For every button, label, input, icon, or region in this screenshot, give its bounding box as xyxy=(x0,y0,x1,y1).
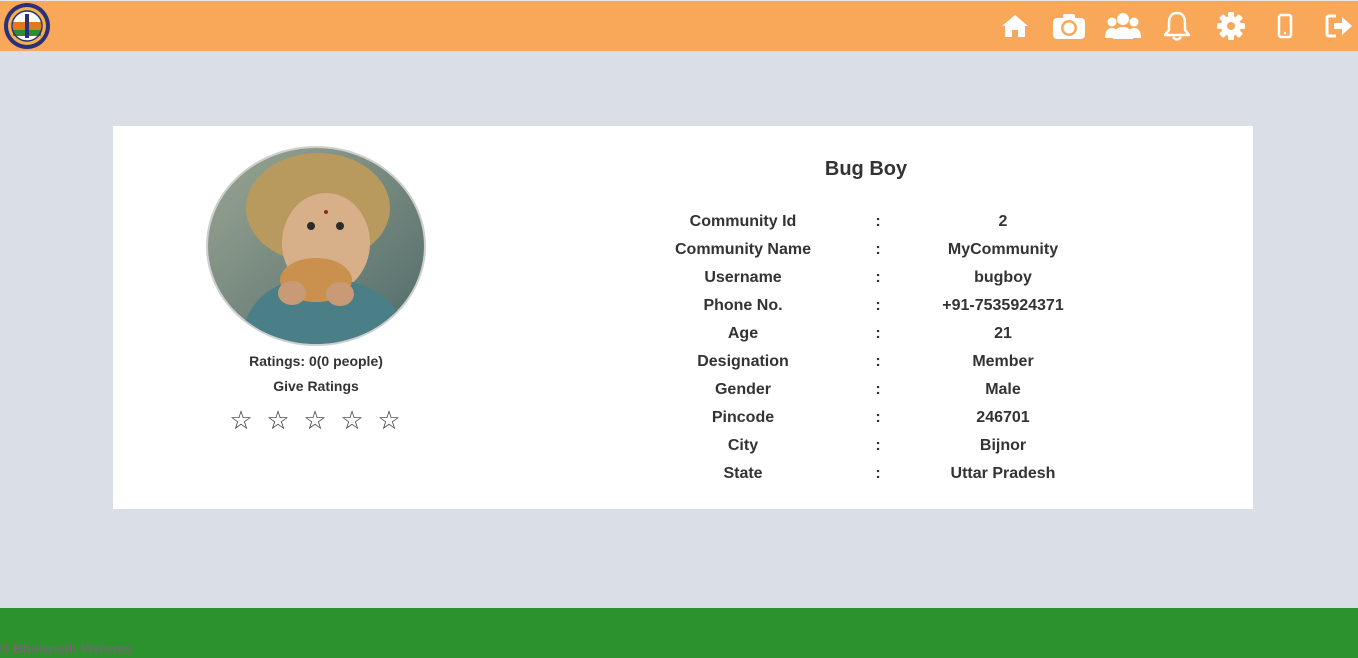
star-5-icon[interactable]: ☆ xyxy=(374,406,404,436)
logout-button[interactable] xyxy=(1320,7,1358,45)
give-ratings-label: Give Ratings xyxy=(273,378,359,394)
info-row-username: Username : bugboy xyxy=(633,268,1113,296)
footer xyxy=(0,608,1358,658)
info-label: Age xyxy=(727,325,759,342)
info-label: Phone No. xyxy=(703,297,783,314)
camera-button[interactable] xyxy=(1050,7,1088,45)
bell-icon xyxy=(1163,11,1191,41)
notifications-button[interactable] xyxy=(1158,7,1196,45)
info-value: Male xyxy=(985,381,1021,398)
info-separator: : xyxy=(875,437,881,454)
info-label: Designation xyxy=(697,353,789,370)
info-separator: : xyxy=(875,269,881,286)
info-value: Bijnor xyxy=(979,437,1027,454)
mobile-icon xyxy=(1277,13,1293,39)
info-separator: : xyxy=(875,465,881,482)
ratings-summary: Ratings: 0(0 people) xyxy=(249,353,383,369)
settings-button[interactable] xyxy=(1212,7,1250,45)
info-label: Community Name xyxy=(674,241,812,258)
top-navbar xyxy=(0,0,1358,51)
info-label: Username xyxy=(704,269,782,286)
info-label: City xyxy=(727,437,759,454)
info-separator: : xyxy=(875,297,881,314)
info-value: bugboy xyxy=(974,269,1032,286)
info-row-age: Age : 21 xyxy=(633,324,1113,352)
info-row-pincode: Pincode : 246701 xyxy=(633,408,1113,436)
star-3-icon[interactable]: ☆ xyxy=(300,406,330,436)
info-label: Community Id xyxy=(689,213,797,230)
logout-icon xyxy=(1325,14,1352,38)
info-separator: : xyxy=(875,409,881,426)
info-value: 246701 xyxy=(976,409,1030,426)
info-separator: : xyxy=(875,353,881,370)
info-row-community-id: Community Id : 2 xyxy=(633,212,1113,240)
info-label: State xyxy=(723,465,763,482)
community-button[interactable] xyxy=(1104,7,1142,45)
star-2-icon[interactable]: ☆ xyxy=(263,406,293,436)
users-icon xyxy=(1105,13,1141,39)
profile-avatar xyxy=(206,146,426,346)
star-4-icon[interactable]: ☆ xyxy=(337,406,367,436)
profile-name: Bug Boy xyxy=(824,158,908,180)
camera-icon xyxy=(1053,14,1085,39)
copyright-text: © Bholanath Vishwas xyxy=(0,641,133,656)
info-value: Uttar Pradesh xyxy=(950,465,1056,482)
info-value: 2 xyxy=(998,213,1008,230)
info-separator: : xyxy=(875,241,881,258)
info-row-state: State : Uttar Pradesh xyxy=(633,464,1113,492)
star-rating: ☆ ☆ ☆ ☆ ☆ xyxy=(226,406,406,436)
info-value: +91-7535924371 xyxy=(942,297,1064,314)
info-row-community-name: Community Name : MyCommunity xyxy=(633,240,1113,268)
star-1-icon[interactable]: ☆ xyxy=(226,406,256,436)
logo[interactable] xyxy=(3,2,51,50)
info-value: MyCommunity xyxy=(947,241,1059,258)
profile-card: Ratings: 0(0 people) Give Ratings ☆ ☆ ☆ … xyxy=(113,126,1253,509)
info-row-city: City : Bijnor xyxy=(633,436,1113,464)
info-row-designation: Designation : Member xyxy=(633,352,1113,380)
info-separator: : xyxy=(875,381,881,398)
info-row-gender: Gender : Male xyxy=(633,380,1113,408)
info-value: Member xyxy=(972,353,1034,370)
info-separator: : xyxy=(875,325,881,342)
info-row-phone: Phone No. : +91-7535924371 xyxy=(633,296,1113,324)
home-icon xyxy=(1002,15,1028,37)
info-label: Pincode xyxy=(711,409,775,426)
info-label: Gender xyxy=(714,381,771,398)
home-button[interactable] xyxy=(996,7,1034,45)
mobile-button[interactable] xyxy=(1266,7,1304,45)
info-value: 21 xyxy=(994,325,1012,342)
gear-icon xyxy=(1217,12,1245,40)
info-separator: : xyxy=(875,213,881,230)
